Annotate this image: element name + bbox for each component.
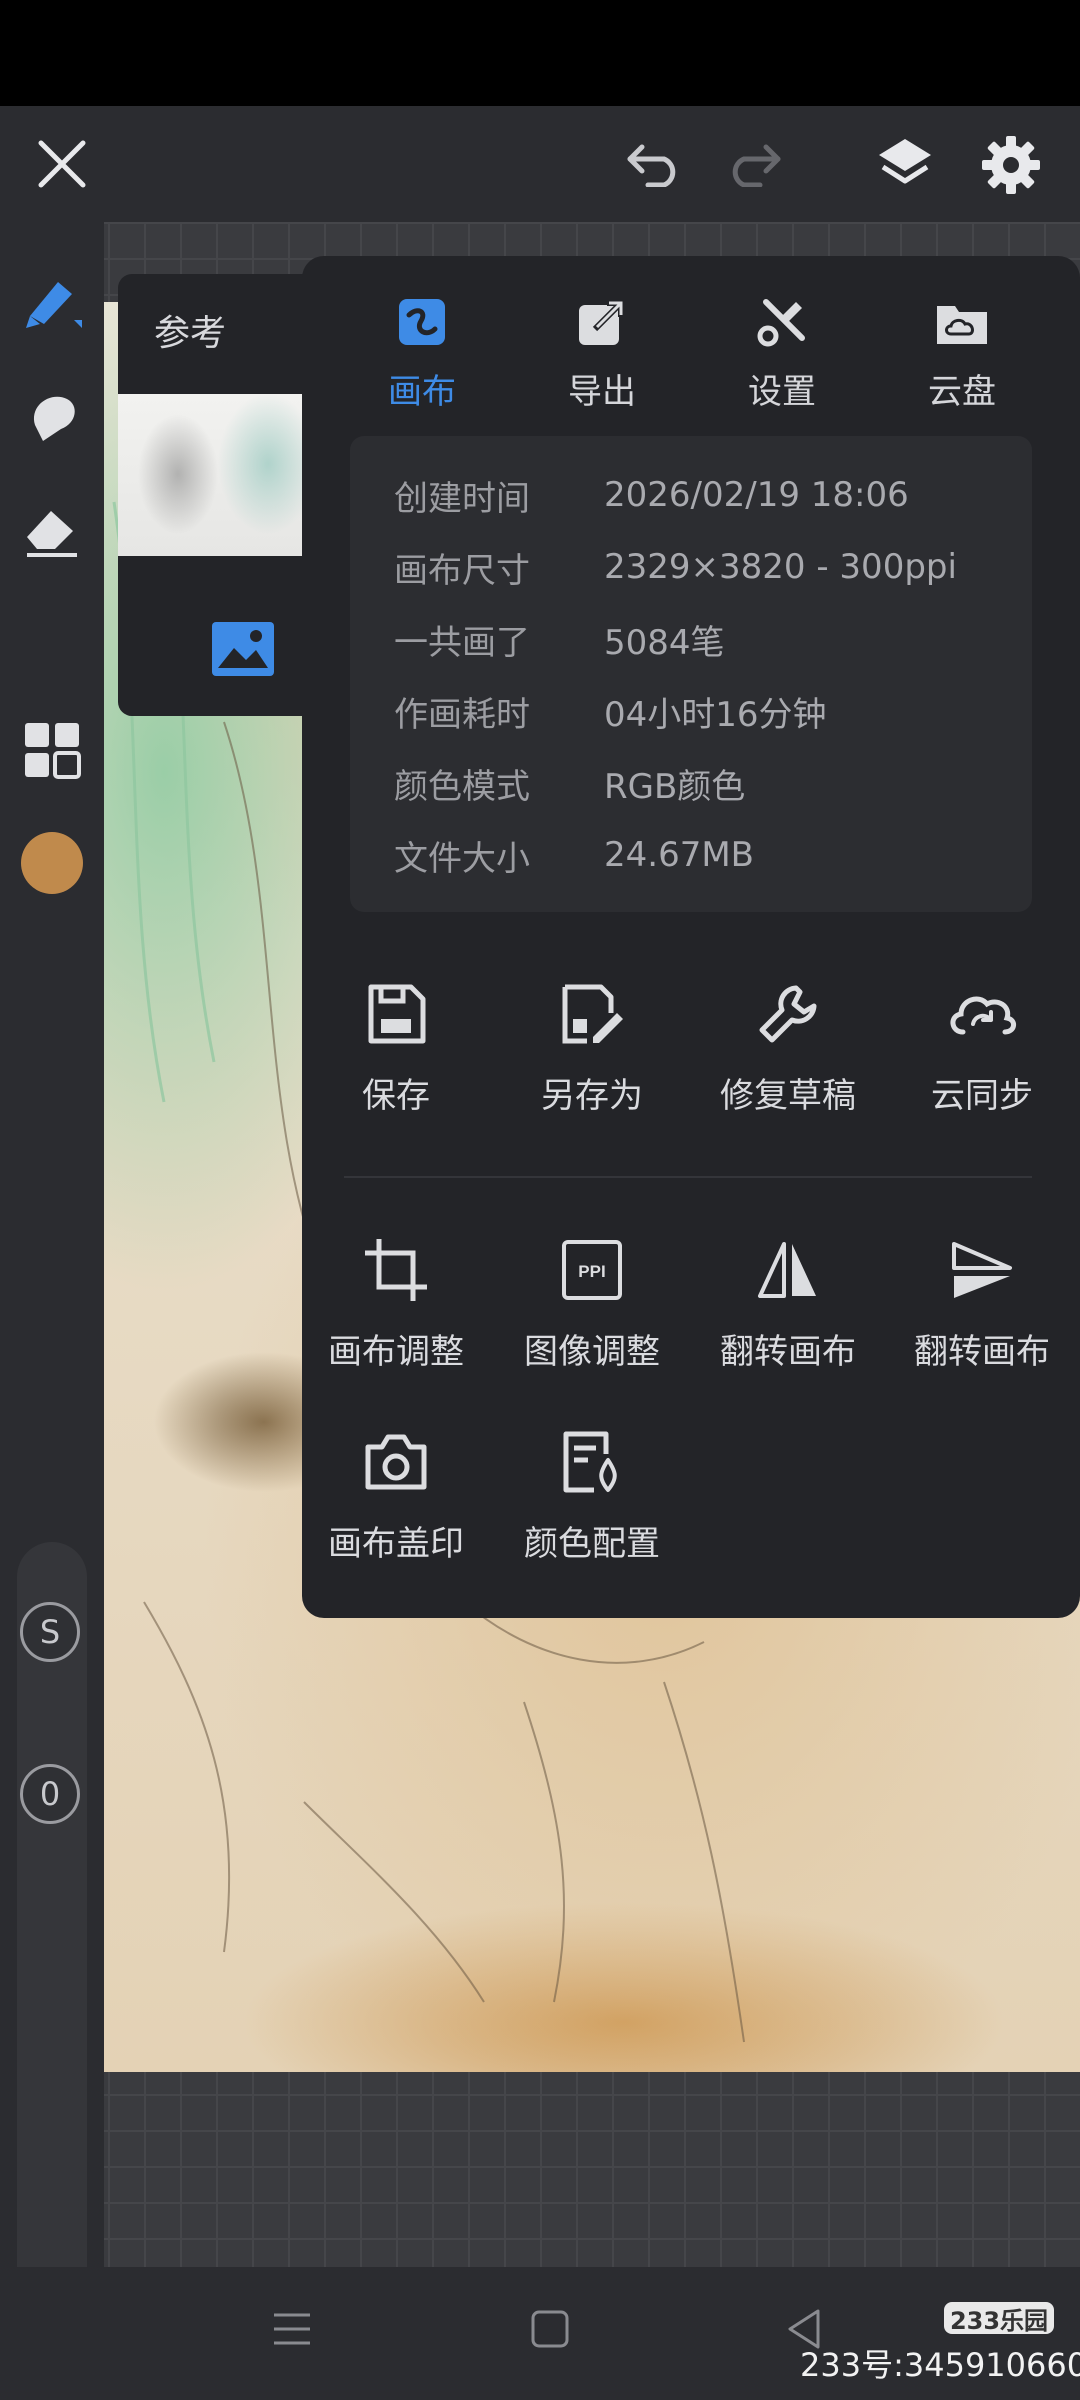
grid-icon[interactable] xyxy=(14,712,90,788)
image-icon[interactable] xyxy=(210,620,276,682)
tab-label-export: 导出 xyxy=(568,372,636,412)
tools-icon xyxy=(707,290,857,354)
image-adjust-button[interactable]: PPI 图像调整 xyxy=(494,1230,690,1373)
info-key: 文件大小 xyxy=(394,838,530,879)
tab-canvas[interactable]: 画布 xyxy=(347,290,497,413)
info-value: 04小时16分钟 xyxy=(604,694,827,735)
left-toolbar: S 0 xyxy=(0,222,104,2347)
canvas-info-card: 创建时间 2026/02/19 18:06 画布尺寸 2329×3820 - 3… xyxy=(350,436,1032,912)
canvas-adjust-label: 画布调整 xyxy=(328,1332,464,1372)
info-row-color-mode: 颜色模式 RGB颜色 xyxy=(394,758,745,808)
svg-text:PPI: PPI xyxy=(578,1262,605,1281)
canvas-icon xyxy=(347,290,497,354)
canvas-stamp-button[interactable]: 画布盖印 xyxy=(298,1422,494,1565)
eraser-icon[interactable] xyxy=(14,490,90,566)
top-toolbar xyxy=(0,106,1080,222)
info-value: 5084笔 xyxy=(604,622,725,663)
info-key: 创建时间 xyxy=(394,478,530,519)
info-value: RGB颜色 xyxy=(604,766,746,807)
wrench-icon xyxy=(690,974,886,1054)
watermark-logo: 233乐园 xyxy=(944,2302,1054,2335)
info-row-file-size: 文件大小 24.67MB xyxy=(394,830,754,880)
info-row-duration: 作画耗时 04小时16分钟 xyxy=(394,686,827,736)
close-icon[interactable] xyxy=(30,132,94,196)
color-profile-label: 颜色配置 xyxy=(524,1524,660,1564)
export-icon xyxy=(527,290,677,354)
status-bar xyxy=(0,0,1080,106)
reference-title: 参考 xyxy=(154,313,227,354)
info-value: 2026/02/19 18:06 xyxy=(604,475,909,515)
brush-icon[interactable] xyxy=(14,262,90,338)
tab-cloud[interactable]: 云盘 xyxy=(887,290,1037,413)
tab-label-settings: 设置 xyxy=(748,372,816,412)
flip-horizontal-button[interactable]: 翻转画布 xyxy=(690,1230,886,1373)
save-icon xyxy=(298,974,494,1054)
info-key: 作画耗时 xyxy=(394,694,530,735)
info-key: 颜色模式 xyxy=(394,766,530,807)
image-adjust-label: 图像调整 xyxy=(524,1332,660,1372)
menu-divider xyxy=(344,1176,1032,1178)
info-key: 一共画了 xyxy=(394,622,530,663)
ppi-icon: PPI xyxy=(494,1230,690,1310)
info-row-strokes: 一共画了 5084笔 xyxy=(394,614,725,664)
watermark-text: 233号:345910660 xyxy=(800,2346,1080,2384)
layers-icon[interactable] xyxy=(870,130,940,200)
save-as-label: 另存为 xyxy=(541,1076,643,1116)
tab-label-canvas: 画布 xyxy=(388,372,456,412)
smudge-icon[interactable] xyxy=(14,378,90,454)
info-row-created: 创建时间 2026/02/19 18:06 xyxy=(394,470,909,520)
flip-horizontal-icon xyxy=(690,1230,886,1310)
flip-vertical-label: 翻转画布 xyxy=(914,1332,1050,1372)
home-nav-icon[interactable] xyxy=(530,2307,570,2355)
save-button[interactable]: 保存 xyxy=(298,974,494,1117)
flip-horizontal-label: 翻转画布 xyxy=(720,1332,856,1372)
color-profile-icon xyxy=(494,1422,690,1502)
canvas-adjust-button[interactable]: 画布调整 xyxy=(298,1230,494,1373)
cloud-folder-icon xyxy=(887,290,1037,354)
canvas-stamp-label: 画布盖印 xyxy=(328,1524,464,1564)
save-as-icon xyxy=(494,974,690,1054)
crop-icon xyxy=(298,1230,494,1310)
tab-settings[interactable]: 设置 xyxy=(707,290,857,413)
camera-icon xyxy=(298,1422,494,1502)
reference-thumbnail[interactable] xyxy=(118,394,318,556)
size-badge[interactable]: S xyxy=(20,1602,80,1662)
repair-draft-label: 修复草稿 xyxy=(720,1076,856,1116)
info-row-size: 画布尺寸 2329×3820 - 300ppi xyxy=(394,542,957,592)
tab-export[interactable]: 导出 xyxy=(527,290,677,413)
info-key: 画布尺寸 xyxy=(394,550,530,591)
undo-icon[interactable] xyxy=(620,132,690,196)
save-label: 保存 xyxy=(362,1076,430,1116)
menu-nav-icon[interactable] xyxy=(270,2307,314,2355)
repair-draft-button[interactable]: 修复草稿 xyxy=(690,974,886,1117)
info-value: 2329×3820 - 300ppi xyxy=(604,547,957,587)
gear-icon[interactable] xyxy=(976,130,1046,200)
color-profile-button[interactable]: 颜色配置 xyxy=(494,1422,690,1565)
tab-label-cloud: 云盘 xyxy=(928,372,996,412)
cloud-sync-icon xyxy=(884,974,1080,1054)
color-swatch[interactable] xyxy=(21,832,83,894)
flip-vertical-button[interactable]: 翻转画布 xyxy=(884,1230,1080,1373)
info-value: 24.67MB xyxy=(604,835,754,875)
cloud-sync-button[interactable]: 云同步 xyxy=(884,974,1080,1117)
reference-panel: 参考 xyxy=(118,274,318,716)
redo-icon[interactable] xyxy=(718,132,788,196)
flip-vertical-icon xyxy=(884,1230,1080,1310)
save-as-button[interactable]: 另存为 xyxy=(494,974,690,1117)
opacity-badge[interactable]: 0 xyxy=(20,1764,80,1824)
brush-slider-track[interactable] xyxy=(17,1542,87,2347)
cloud-sync-label: 云同步 xyxy=(931,1076,1033,1116)
